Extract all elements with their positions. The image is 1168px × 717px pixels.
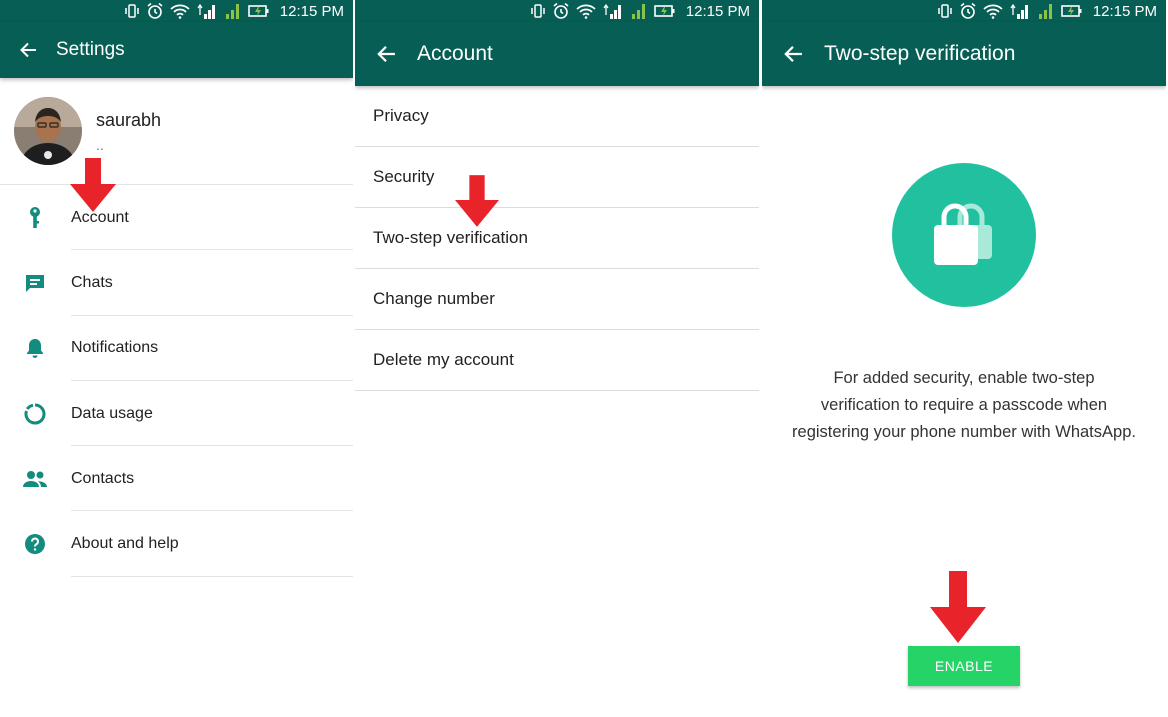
lock-icon <box>934 203 992 265</box>
vibrate-icon <box>937 3 953 19</box>
status-bar: 12:15 PM <box>355 0 759 22</box>
account-toolbar: Account <box>355 22 759 86</box>
signal-2-icon <box>224 2 242 20</box>
alarm-icon <box>146 2 164 20</box>
two-step-verification-screen: 12:15 PM Two-step verification For added… <box>762 0 1166 717</box>
battery-charging-icon <box>1060 3 1083 19</box>
status-time: 12:15 PM <box>1092 2 1157 20</box>
alarm-icon <box>959 2 977 20</box>
back-button[interactable] <box>355 22 417 86</box>
signal-icon <box>602 2 624 20</box>
back-arrow-icon <box>377 45 395 63</box>
settings-item-label: Notifications <box>71 339 159 357</box>
alarm-icon <box>552 2 570 20</box>
contacts-icon <box>0 469 71 489</box>
account-item-privacy[interactable]: Privacy <box>355 86 759 147</box>
two-step-toolbar: Two-step verification <box>762 22 1166 86</box>
settings-item-data-usage[interactable]: Data usage <box>0 381 353 447</box>
back-arrow-icon <box>784 45 802 63</box>
account-screen: 12:15 PM Account Privacy Security Two-st… <box>355 0 759 717</box>
profile-name: saurabh <box>96 110 162 130</box>
annotation-arrow-icon <box>455 175 499 227</box>
settings-menu: Account Chats Notifications Data usage C… <box>0 185 353 578</box>
help-icon <box>0 533 71 555</box>
page-title: Two-step verification <box>824 42 1016 65</box>
battery-charging-icon <box>653 3 676 19</box>
settings-item-about-help[interactable]: About and help <box>0 511 353 578</box>
back-arrow-icon <box>20 42 36 58</box>
chat-icon <box>0 273 71 293</box>
data-usage-icon <box>0 403 71 425</box>
account-item-change-number[interactable]: Change number <box>355 269 759 330</box>
settings-item-label: About and help <box>71 535 179 553</box>
signal-icon <box>1009 2 1031 20</box>
settings-item-label: Chats <box>71 273 113 291</box>
vibrate-icon <box>124 3 140 19</box>
account-item-two-step-verification[interactable]: Two-step verification <box>355 208 759 269</box>
settings-item-label: Contacts <box>71 469 135 487</box>
settings-item-contacts[interactable]: Contacts <box>0 446 353 512</box>
wifi-icon <box>983 3 1003 19</box>
settings-toolbar: Settings <box>0 22 353 78</box>
status-time: 12:15 PM <box>279 2 344 20</box>
bell-icon <box>0 337 71 359</box>
avatar[interactable] <box>14 97 82 165</box>
settings-item-account[interactable]: Account <box>0 185 353 251</box>
settings-item-label: Data usage <box>71 404 153 422</box>
account-menu: Privacy Security Two-step verification C… <box>355 86 759 391</box>
signal-icon <box>196 2 218 20</box>
status-bar: 12:15 PM <box>0 0 353 22</box>
enable-button[interactable]: ENABLE <box>908 646 1020 686</box>
annotation-arrow-icon <box>930 571 986 643</box>
back-button[interactable] <box>0 22 56 78</box>
settings-item-notifications[interactable]: Notifications <box>0 316 353 382</box>
wifi-icon <box>576 3 596 19</box>
battery-charging-icon <box>247 3 270 19</box>
profile-status: .. <box>96 137 104 153</box>
settings-item-chats[interactable]: Chats <box>0 250 353 316</box>
settings-screen: 12:15 PM Settings saurabh .. Account Cha… <box>0 0 353 717</box>
status-time: 12:15 PM <box>685 2 750 20</box>
signal-2-icon <box>1037 2 1055 20</box>
account-item-delete-account[interactable]: Delete my account <box>355 330 759 391</box>
signal-2-icon <box>630 2 648 20</box>
key-icon <box>0 206 71 230</box>
page-title: Settings <box>56 39 125 60</box>
back-button[interactable] <box>762 22 824 86</box>
two-step-description: For added security, enable two-step veri… <box>792 369 1136 441</box>
annotation-arrow-icon <box>70 158 116 212</box>
lock-illustration <box>892 163 1036 307</box>
wifi-icon <box>170 3 190 19</box>
vibrate-icon <box>530 3 546 19</box>
status-bar: 12:15 PM <box>762 0 1166 22</box>
profile-row[interactable]: saurabh .. <box>0 89 353 185</box>
account-item-security[interactable]: Security <box>355 147 759 208</box>
page-title: Account <box>417 42 493 65</box>
